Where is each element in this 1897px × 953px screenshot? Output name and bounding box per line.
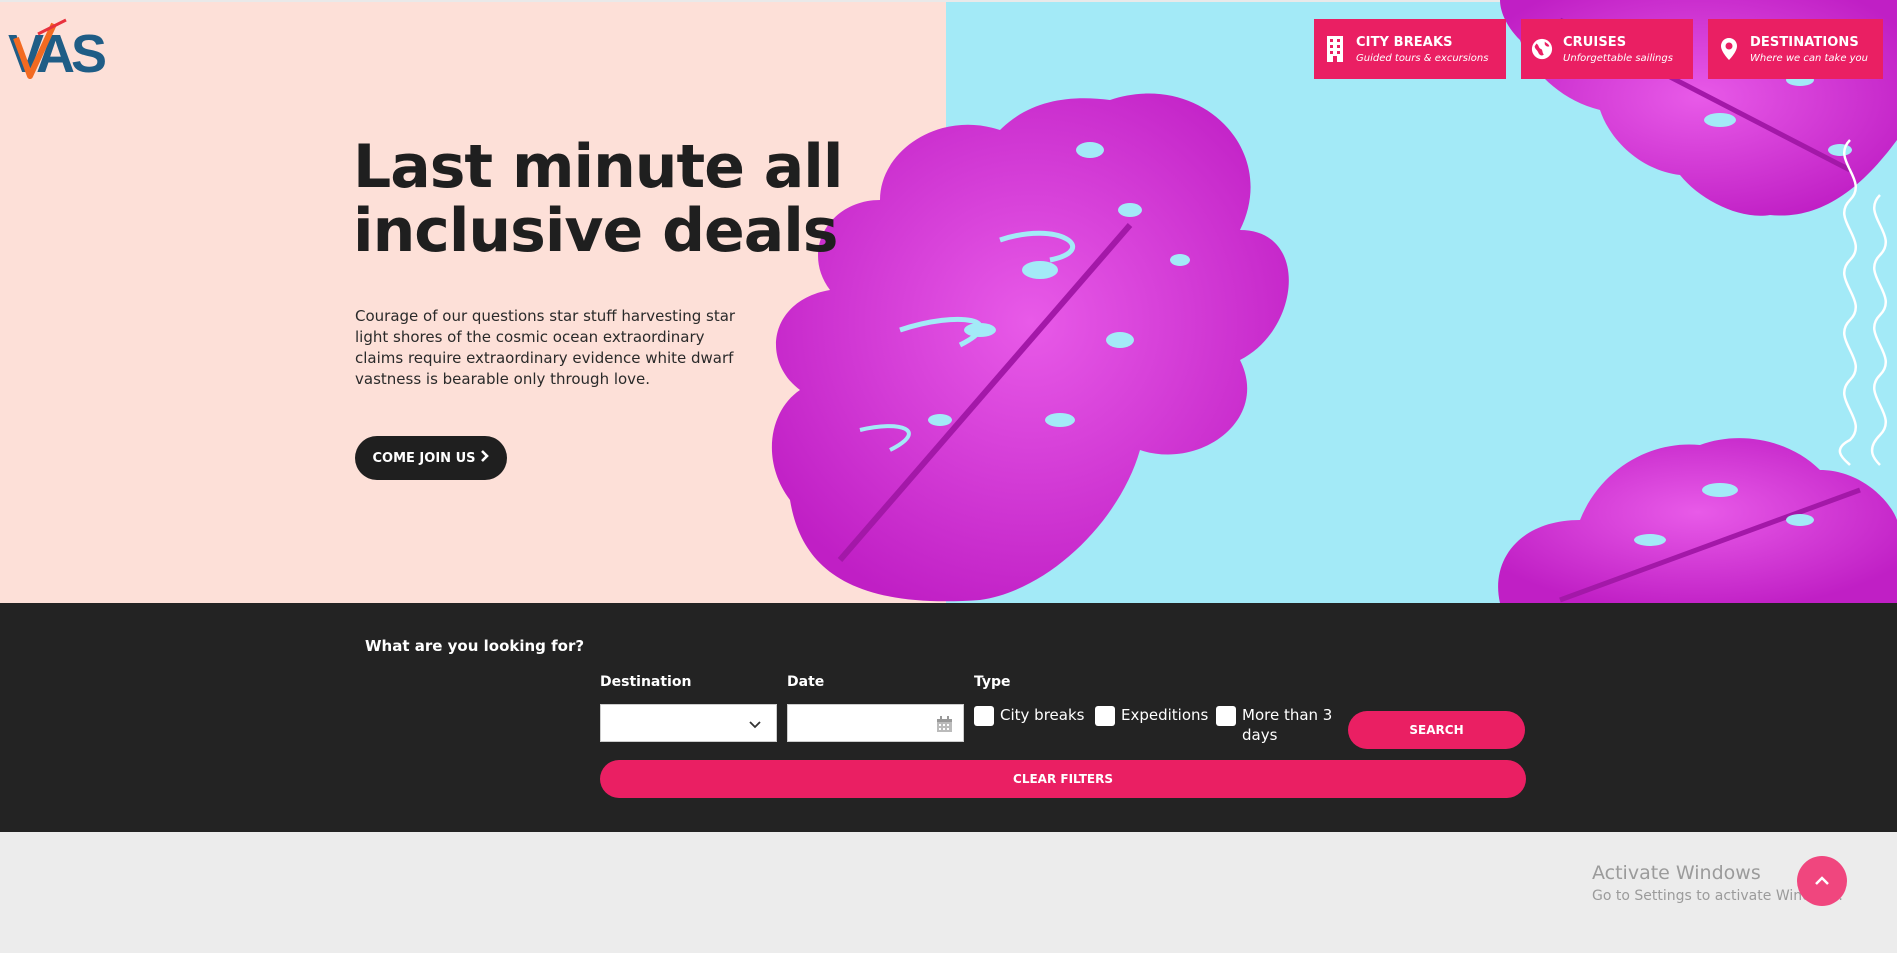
chevron-right-icon [480,450,490,466]
type-checkbox-more-than-3-days[interactable]: More than 3 days [1216,705,1336,745]
type-checkbox-city-breaks[interactable]: City breaks [974,705,1084,726]
type-label: Type [974,674,1011,690]
scroll-to-top-button[interactable] [1797,856,1847,906]
globe-icon [1531,35,1553,63]
squiggle-line-2 [1870,194,1887,466]
checkbox[interactable] [1216,706,1236,726]
clear-filters-button[interactable]: CLEAR FILTERS [600,760,1526,798]
search-panel: What are you looking for? Destination Da… [0,603,1897,832]
nav-city-breaks[interactable]: CITY BREAKS Guided tours & excursions [1314,19,1506,79]
nav-city-breaks-title: CITY BREAKS [1356,34,1453,50]
hero-headline-line2: inclusive deals [353,196,839,266]
nav-destinations[interactable]: DESTINATIONS Where we can take you [1708,19,1883,79]
come-join-us-button[interactable]: COME JOIN US [355,436,507,480]
hero-section: VAS CITY BREAKS Guided tours & excursion… [0,0,1897,603]
hero-headline-line1: Last minute all [353,132,843,202]
destination-label: Destination [600,674,692,690]
nav-city-breaks-subtitle: Guided tours & excursions [1356,52,1489,64]
date-label: Date [787,674,825,690]
monstera-leaves-illustration [771,0,1897,603]
destination-select[interactable] [600,704,777,742]
nav-destinations-subtitle: Where we can take you [1750,52,1869,64]
building-icon [1324,35,1346,63]
search-button[interactable]: SEARCH [1348,711,1525,749]
search-heading: What are you looking for? [365,637,585,655]
chevron-up-icon [1814,872,1830,891]
hero-headline: Last minute all inclusive deals [353,132,843,266]
nav-cruises-title: CRUISES [1563,34,1627,50]
nav-cruises[interactable]: CRUISES Unforgettable sailings [1521,19,1693,79]
leaf-large [771,93,1289,602]
nav-cruises-subtitle: Unforgettable sailings [1563,52,1673,64]
vas-logo[interactable]: VAS [8,16,118,82]
date-input[interactable] [787,704,964,742]
checkbox[interactable] [974,706,994,726]
type-option-label: More than 3 days [1242,706,1333,744]
come-join-us-label: COME JOIN US [372,450,476,466]
nav-destinations-title: DESTINATIONS [1750,34,1859,50]
leaf-bottom-right [1498,438,1897,603]
type-checkbox-expeditions[interactable]: Expeditions [1095,705,1208,726]
checkbox[interactable] [1095,706,1115,726]
calendar-icon [936,716,953,737]
type-option-label: City breaks [1000,706,1085,724]
type-option-label: Expeditions [1121,706,1209,724]
map-pin-icon [1718,35,1740,63]
hero-description: Courage of our questions star stuff harv… [355,307,736,388]
chevron-down-icon [748,716,762,735]
